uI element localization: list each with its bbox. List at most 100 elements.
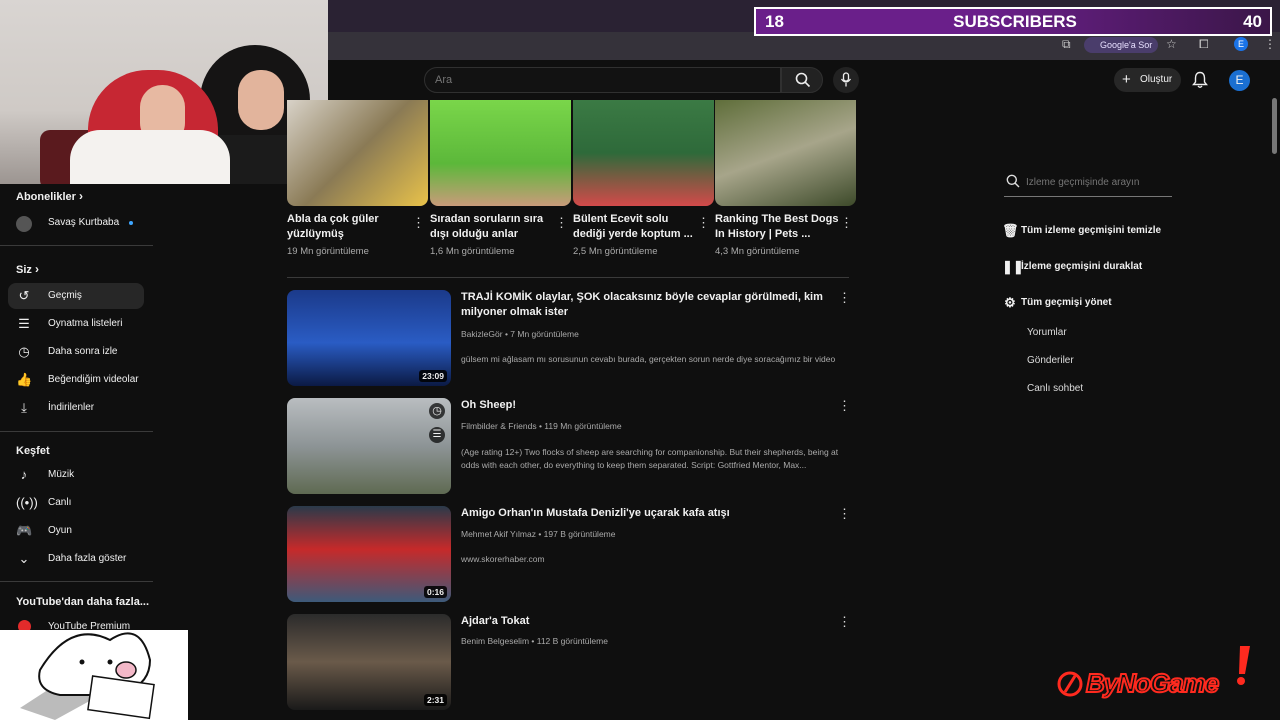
clock-icon: ◷: [18, 344, 30, 359]
more-options-icon[interactable]: ⋮: [838, 506, 851, 522]
short-title[interactable]: Ranking The Best Dogs In History | Pets …: [715, 212, 839, 242]
guest-body: [70, 130, 230, 184]
search-icon: [795, 72, 811, 88]
download-icon: ⤓: [21, 400, 27, 415]
history-posts-link[interactable]: Gönderiler: [1027, 355, 1074, 366]
sidebar-explore-heading: Keşfet: [16, 445, 50, 457]
sidebar-item-gaming[interactable]: 🎮 Oyun: [8, 518, 144, 544]
more-options-icon[interactable]: ⋮: [555, 215, 568, 231]
more-options-icon[interactable]: ⋮: [838, 614, 851, 630]
sidebar-subscriptions-heading[interactable]: Abonelikler ›: [16, 189, 83, 203]
search-input[interactable]: [424, 67, 781, 93]
google-ask-button[interactable]: Google'a Sor: [1084, 37, 1159, 53]
more-options-icon[interactable]: ⋮: [840, 215, 853, 231]
star-icon[interactable]: ☆: [1166, 37, 1177, 51]
video-channel-views[interactable]: Mehmet Akif Yılmaz • 197 B görüntüleme: [461, 529, 615, 539]
music-icon: ♪: [20, 467, 28, 482]
search-button[interactable]: [781, 67, 823, 93]
microphone-icon: [840, 72, 852, 87]
video-thumbnail[interactable]: 0:16: [287, 506, 451, 602]
video-duration: 23:09: [419, 370, 447, 382]
sidebar-item-history[interactable]: ↺ Geçmiş: [8, 283, 144, 309]
short-views: 4,3 Mn görüntüleme: [715, 246, 800, 257]
short-thumbnail[interactable]: [715, 100, 856, 206]
more-options-icon[interactable]: ⋮: [412, 215, 425, 231]
search-icon: [1006, 174, 1020, 188]
trash-icon: 🗑: [1002, 223, 1019, 238]
video-title[interactable]: TRAJİ KOMİK olaylar, ŞOK olacaksınız böy…: [461, 290, 833, 320]
subscriber-label: SUBSCRIBERS: [953, 12, 1077, 31]
cat-keyboard-overlay: [0, 630, 188, 720]
create-button[interactable]: + Oluştur: [1114, 68, 1181, 92]
sidebar-item-downloads[interactable]: ⤓ İndirilenler: [8, 395, 144, 421]
sidebar-item-playlists[interactable]: ☰ Oynatma listeleri: [8, 311, 144, 337]
sidebar-item-music[interactable]: ♪ Müzik: [8, 462, 144, 488]
subscriber-count: 18: [765, 12, 784, 31]
short-title[interactable]: Abla da çok güler yüzlüymüş: [287, 212, 411, 242]
voice-search-button[interactable]: [833, 67, 859, 93]
video-channel-views[interactable]: BakizleGör • 7 Mn görüntüleme: [461, 329, 579, 339]
history-comments-link[interactable]: Yorumlar: [1027, 327, 1067, 338]
video-description: www.skorerhaber.com: [461, 554, 545, 564]
scrollbar[interactable]: [1272, 98, 1277, 154]
history-search[interactable]: [1004, 168, 1172, 197]
short-thumbnail[interactable]: [287, 100, 428, 206]
notifications-button[interactable]: [1192, 71, 1208, 94]
video-title[interactable]: Oh Sheep!: [461, 398, 833, 413]
sidebar-divider: [0, 431, 153, 432]
chevron-right-icon: ›: [34, 262, 39, 276]
browser-profile-avatar[interactable]: E: [1234, 37, 1248, 51]
short-thumbnail[interactable]: [430, 100, 571, 206]
video-thumbnail[interactable]: ◷ ☰: [287, 398, 451, 494]
short-thumbnail[interactable]: [573, 100, 714, 206]
history-live-chat-link[interactable]: Canlı sohbet: [1027, 383, 1083, 394]
short-views: 1,6 Mn görüntüleme: [430, 246, 515, 257]
extensions-icon[interactable]: ⧠: [1199, 37, 1209, 52]
pause-icon: ❚❚: [1002, 259, 1024, 274]
sidebar-item-show-more[interactable]: ⌄ Daha fazla göster: [8, 546, 144, 572]
playlist-icon: ☰: [18, 316, 30, 331]
sidebar-you-heading[interactable]: Siz ›: [16, 262, 39, 276]
sidebar-item-watch-later[interactable]: ◷ Daha sonra izle: [8, 339, 144, 365]
gear-icon: ⚙: [1004, 295, 1016, 310]
video-title[interactable]: Ajdar'a Tokat: [461, 614, 833, 629]
history-search-input[interactable]: [1026, 174, 1172, 190]
watch-later-icon[interactable]: ◷: [429, 403, 445, 419]
screenshot-icon[interactable]: ⧉: [1062, 37, 1071, 52]
add-to-queue-icon[interactable]: ☰: [429, 427, 445, 443]
short-title[interactable]: Bülent Ecevit solu dediği yerde koptum .…: [573, 212, 697, 242]
brand-logo-text: ByNoGame: [1085, 667, 1220, 699]
section-divider: [287, 277, 849, 278]
bell-icon: [1192, 71, 1208, 88]
sidebar-divider: [0, 245, 153, 246]
video-channel-views[interactable]: Filmbilder & Friends • 119 Mn görüntülem…: [461, 421, 622, 431]
more-options-icon[interactable]: ⋮: [838, 398, 851, 414]
browser-menu-icon[interactable]: ⋮: [1264, 37, 1276, 51]
chevron-down-icon: ⌄: [18, 551, 30, 566]
video-channel-views[interactable]: Benim Belgeselim • 112 B görüntüleme: [461, 636, 608, 646]
short-views: 2,5 Mn görüntüleme: [573, 246, 658, 257]
subscriber-goal-overlay: SUBSCRIBERS 18 40: [754, 7, 1272, 36]
sidebar-item-live[interactable]: ((•)) Canlı: [8, 490, 144, 516]
brand-badge-icon: [1057, 671, 1083, 697]
new-content-dot: [129, 221, 133, 225]
exclamation-icon: [1237, 646, 1250, 685]
video-thumbnail[interactable]: 2:31: [287, 614, 451, 710]
user-avatar[interactable]: E: [1229, 70, 1250, 91]
sidebar-item-liked-videos[interactable]: 👍 Beğendiğim videolar: [8, 367, 144, 393]
subscriber-goal: 40: [1243, 12, 1262, 31]
thumbs-up-icon: 👍: [16, 372, 33, 387]
brand-logo-overlay: ByNoGame: [1056, 646, 1256, 706]
video-description: gülsem mi ağlasam mı sorusunun cevabı bu…: [461, 354, 836, 364]
more-options-icon[interactable]: ⋮: [838, 290, 851, 306]
plus-icon: +: [1122, 71, 1131, 88]
sidebar-divider: [0, 581, 153, 582]
sidebar-subscription-item[interactable]: Savaş Kurtbaba: [48, 217, 119, 228]
channel-avatar: [16, 216, 32, 232]
video-duration: 0:16: [423, 586, 447, 598]
short-title[interactable]: Sıradan soruların sıra dışı olduğu anlar: [430, 212, 554, 242]
more-options-icon[interactable]: ⋮: [697, 215, 710, 231]
video-title[interactable]: Amigo Orhan'ın Mustafa Denizli'ye uçarak…: [461, 506, 833, 521]
short-views: 19 Mn görüntüleme: [287, 246, 369, 257]
video-thumbnail[interactable]: 23:09: [287, 290, 451, 386]
